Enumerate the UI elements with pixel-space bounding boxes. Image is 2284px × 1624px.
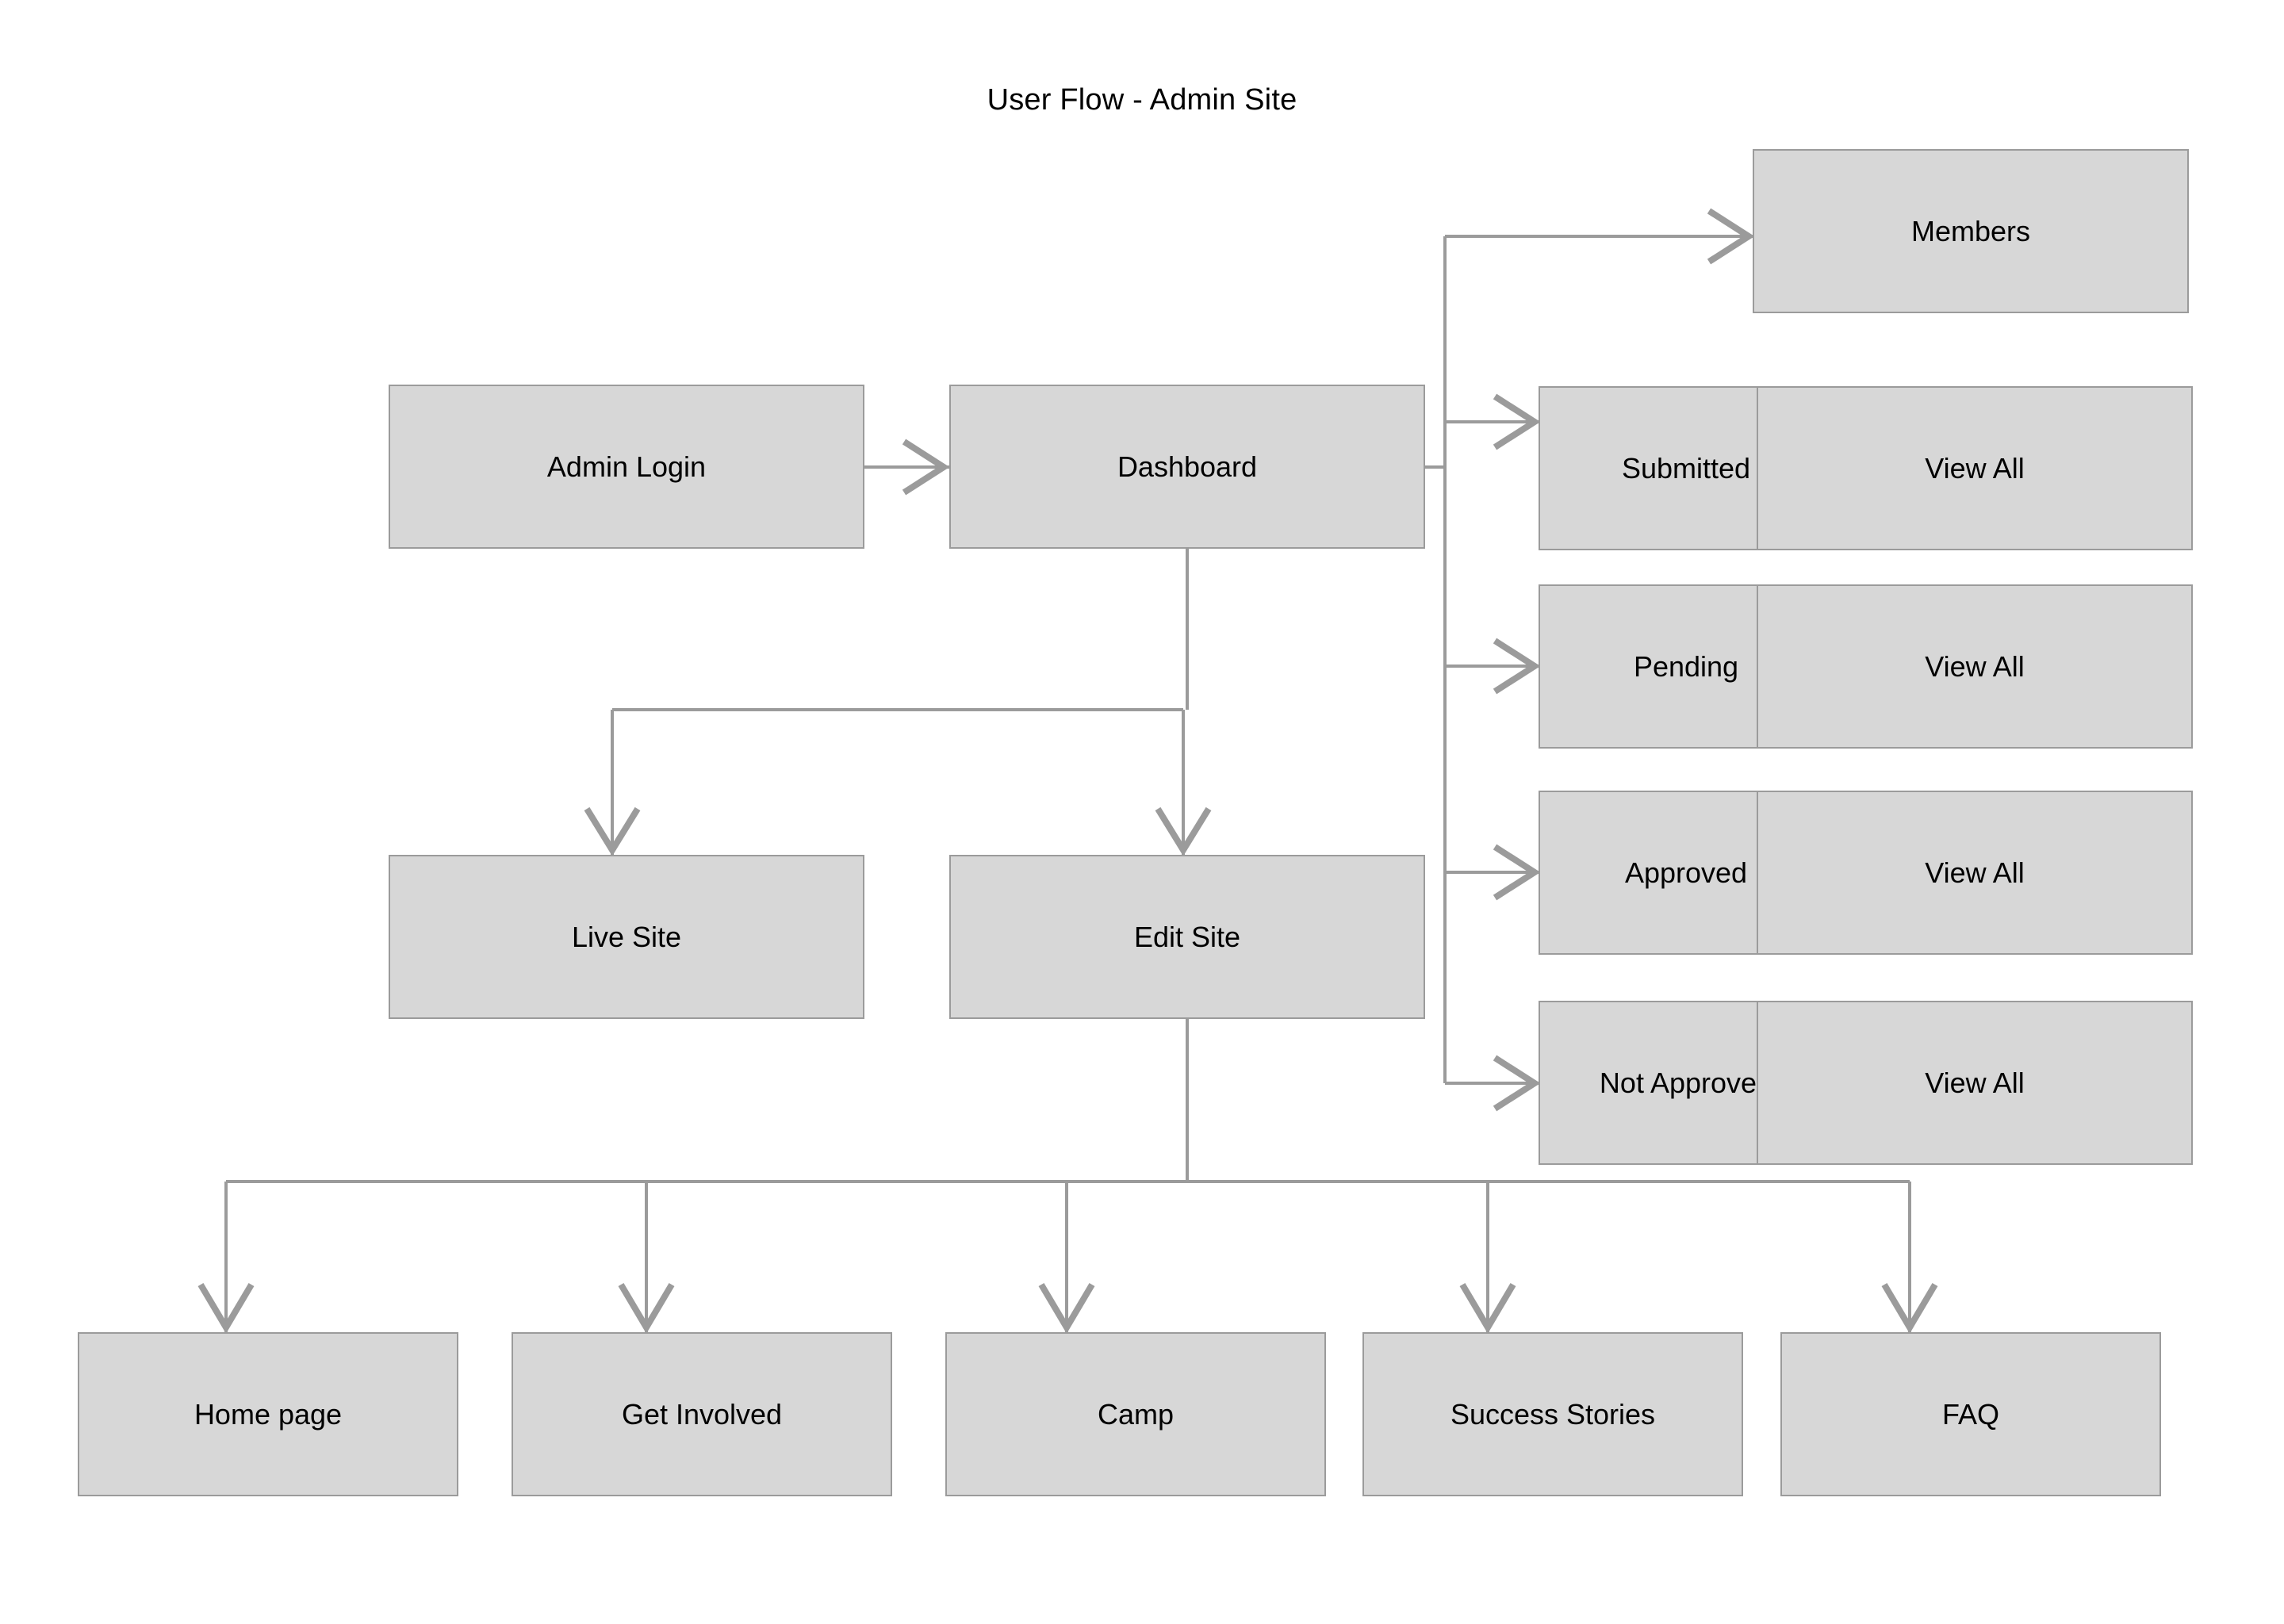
node-label: Not Approved <box>1599 1066 1773 1099</box>
node-label: FAQ <box>1941 1397 2000 1431</box>
node-label: Pending <box>1633 649 1739 683</box>
node-label: Get Involved <box>621 1397 783 1431</box>
node-label: Success Stories <box>1450 1397 1656 1431</box>
node-view-all-submitted[interactable]: View All <box>1757 386 2193 550</box>
node-edit-site[interactable]: Edit Site <box>949 855 1425 1019</box>
edge-dashboard-to-pending <box>1445 638 1541 695</box>
node-view-all-not-approved[interactable]: View All <box>1757 1001 2193 1165</box>
edge-dashboard-right-trunk <box>1425 236 1447 1083</box>
node-label: Home page <box>194 1397 343 1431</box>
node-label: View All <box>1925 856 2025 889</box>
page-title: User Flow - Admin Site <box>987 83 1297 117</box>
edge-dashboard-to-not-approved <box>1445 1055 1541 1112</box>
node-label: Admin Login <box>546 450 707 483</box>
node-label: Edit Site <box>1133 920 1241 953</box>
node-camp[interactable]: Camp <box>945 1332 1326 1496</box>
node-home-page[interactable]: Home page <box>78 1332 458 1496</box>
node-label: View All <box>1925 1066 2025 1099</box>
node-view-all-approved[interactable]: View All <box>1757 791 2193 955</box>
edge-dashboard-to-members <box>1445 208 1755 265</box>
node-success-stories[interactable]: Success Stories <box>1362 1332 1743 1496</box>
node-label: Camp <box>1097 1397 1175 1431</box>
node-admin-login[interactable]: Admin Login <box>389 385 864 549</box>
node-label: Submitted <box>1621 451 1751 485</box>
node-label: Members <box>1910 214 2031 247</box>
node-dashboard[interactable]: Dashboard <box>949 385 1425 549</box>
node-label: View All <box>1925 451 2025 485</box>
node-label: Dashboard <box>1117 450 1258 483</box>
node-get-involved[interactable]: Get Involved <box>512 1332 892 1496</box>
edge-dashboard-to-submitted <box>1445 393 1541 450</box>
edge-dashboard-to-approved <box>1445 844 1541 901</box>
edge-admin-login-to-dashboard <box>864 439 950 496</box>
node-view-all-pending[interactable]: View All <box>1757 584 2193 749</box>
node-label: View All <box>1925 649 2025 683</box>
node-members[interactable]: Members <box>1753 149 2189 313</box>
node-label: Approved <box>1624 856 1748 889</box>
flowchart-canvas: User Flow - Admin Site Admin Login Dashb… <box>0 0 2284 1624</box>
edge-dashboard-to-site-row <box>584 549 1212 856</box>
node-faq[interactable]: FAQ <box>1780 1332 2161 1496</box>
node-live-site[interactable]: Live Site <box>389 855 864 1019</box>
node-label: Live Site <box>571 920 682 953</box>
